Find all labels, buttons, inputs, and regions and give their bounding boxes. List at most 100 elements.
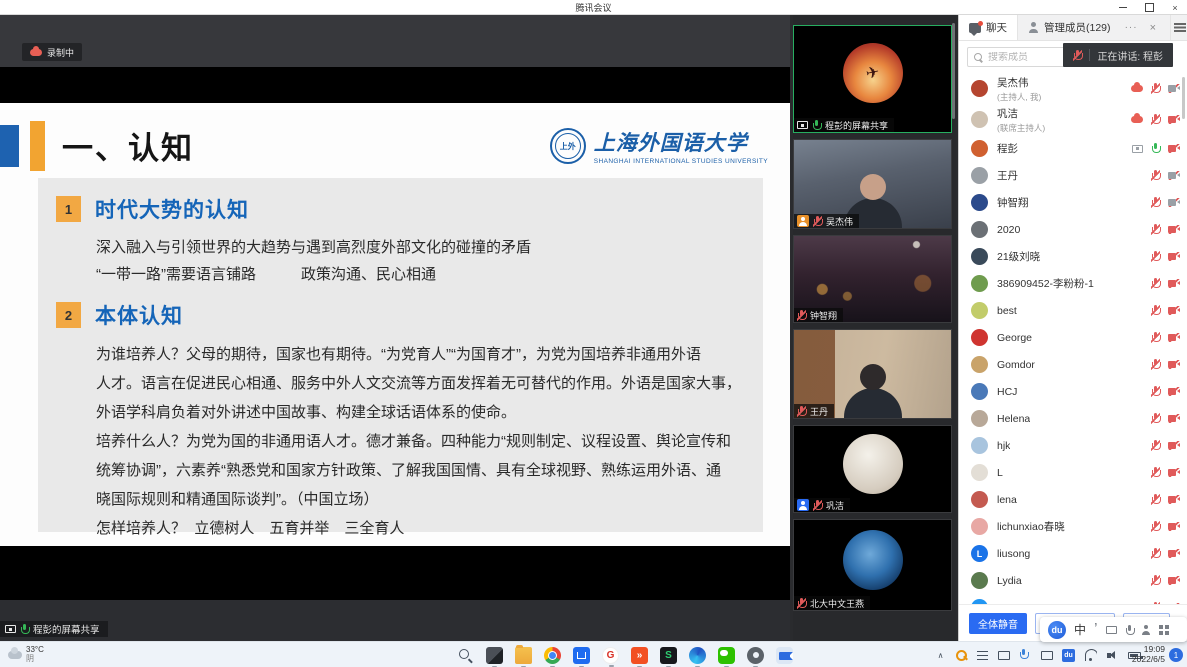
camera-off-icon[interactable] — [1168, 576, 1180, 585]
camera-off-icon[interactable] — [1168, 115, 1180, 124]
panel-more-button[interactable]: ··· — [1122, 22, 1141, 33]
ime-board-icon[interactable] — [1106, 626, 1117, 634]
wechat-icon[interactable] — [718, 647, 735, 664]
camera-off-icon[interactable] — [1168, 84, 1180, 93]
tab-chat[interactable]: 聊天 — [959, 15, 1018, 40]
ime-account-icon[interactable] — [1141, 625, 1151, 635]
messenger-icon[interactable]: S — [660, 647, 677, 664]
taskbar-weather-widget[interactable]: 33°C 阴 — [0, 646, 120, 663]
baidu-ime-logo-icon[interactable]: du — [1048, 621, 1066, 639]
close-button[interactable]: × — [1169, 2, 1181, 14]
member-list[interactable]: 吴杰伟(主持人, 我)巩洁(联席主持人)程彭王丹钟智翔202021级刘晓3869… — [959, 73, 1187, 604]
camera-off-icon[interactable] — [1168, 252, 1180, 261]
chrome-icon[interactable] — [544, 647, 561, 664]
camera-off-icon[interactable] — [1168, 441, 1180, 450]
camera-off-icon[interactable] — [1168, 171, 1180, 180]
member-list-scrollbar[interactable] — [1182, 77, 1185, 119]
minimize-button[interactable] — [1117, 2, 1129, 14]
panel-close-button[interactable]: × — [1146, 22, 1160, 34]
sogou-icon[interactable]: G — [602, 647, 619, 664]
member-row[interactable]: 386909452-李粉粉-1 — [959, 270, 1187, 297]
video-tile[interactable]: 钟智翔 — [793, 235, 952, 323]
member-row[interactable]: Helena — [959, 405, 1187, 432]
search-icon[interactable] — [457, 647, 474, 664]
camera-off-icon[interactable] — [1168, 198, 1180, 207]
camera-off-icon[interactable] — [1168, 549, 1180, 558]
mic-muted-icon[interactable] — [1151, 224, 1160, 235]
member-row[interactable]: 王丹 — [959, 162, 1187, 189]
ime-menu-grid-icon[interactable] — [1159, 625, 1169, 635]
mic-muted-icon[interactable] — [1151, 521, 1160, 532]
camera-off-icon[interactable] — [1168, 468, 1180, 477]
sogou-key-icon[interactable] — [956, 650, 967, 661]
notification-badge[interactable]: 1 — [1169, 648, 1183, 662]
member-row[interactable]: Lliusong — [959, 540, 1187, 567]
ime-mode-indicator[interactable]: 中 — [1074, 621, 1086, 638]
video-tile[interactable]: 北大中文王燕 — [793, 519, 952, 611]
mic-active-icon[interactable] — [1151, 143, 1160, 154]
baidu-ime-icon[interactable]: du — [1062, 649, 1075, 662]
file-explorer-icon[interactable] — [515, 647, 532, 664]
settings-icon[interactable] — [747, 647, 764, 664]
member-row[interactable]: lena — [959, 486, 1187, 513]
tencent-meeting-icon[interactable] — [776, 647, 793, 664]
camera-off-icon[interactable] — [1168, 279, 1180, 288]
mic-muted-icon[interactable] — [1151, 170, 1160, 181]
hidden-icons-chevron[interactable]: ∧ — [934, 649, 947, 662]
video-column-scrollbar[interactable] — [952, 23, 955, 119]
member-row[interactable]: MMIA — [959, 594, 1187, 604]
member-row[interactable]: hjk — [959, 432, 1187, 459]
mic-muted-icon[interactable] — [1151, 548, 1160, 559]
mic-muted-icon[interactable] — [1151, 278, 1160, 289]
panel-menu-button[interactable] — [1170, 15, 1187, 40]
member-row[interactable]: 2020 — [959, 216, 1187, 243]
video-tile[interactable]: 巩洁 — [793, 425, 952, 513]
camera-off-icon[interactable] — [1168, 387, 1180, 396]
mic-muted-icon[interactable] — [1151, 386, 1160, 397]
microsoft-store-icon[interactable] — [573, 647, 590, 664]
camera-off-icon[interactable] — [1168, 522, 1180, 531]
camera-off-icon[interactable] — [1168, 495, 1180, 504]
ime-punctuation-icon[interactable]: ’ — [1094, 621, 1098, 639]
camera-off-icon[interactable] — [1168, 225, 1180, 234]
baidu-ime-bar[interactable]: du 中 ’ — [1040, 617, 1187, 642]
windows-logo-icon[interactable] — [428, 647, 445, 664]
member-row[interactable]: HCJ — [959, 378, 1187, 405]
camera-off-icon[interactable] — [1168, 360, 1180, 369]
member-row[interactable]: 吴杰伟(主持人, 我) — [959, 73, 1187, 104]
wifi-icon[interactable] — [1084, 649, 1097, 662]
mic-muted-icon[interactable] — [1151, 467, 1160, 478]
member-row[interactable]: best — [959, 297, 1187, 324]
mic-muted-icon[interactable] — [1151, 413, 1160, 424]
member-row[interactable]: lichunxiao春晓 — [959, 513, 1187, 540]
member-row[interactable]: 钟智翔 — [959, 189, 1187, 216]
mic-muted-icon[interactable] — [1151, 114, 1160, 125]
volume-mixer-icon[interactable] — [976, 649, 989, 662]
camera-off-icon[interactable] — [1168, 333, 1180, 342]
video-tile[interactable]: 王丹 — [793, 329, 952, 419]
mic-muted-icon[interactable] — [1151, 305, 1160, 316]
mic-muted-icon[interactable] — [1151, 494, 1160, 505]
member-row[interactable]: 巩洁(联席主持人) — [959, 104, 1187, 135]
mic-muted-icon[interactable] — [1151, 332, 1160, 343]
maximize-button[interactable] — [1143, 2, 1155, 14]
video-tile[interactable]: ✈程彭的屏幕共享 — [793, 25, 952, 133]
edge-icon[interactable] — [689, 647, 706, 664]
mic-muted-icon[interactable] — [1151, 197, 1160, 208]
cast-display-icon[interactable] — [998, 651, 1010, 660]
member-row[interactable]: George — [959, 324, 1187, 351]
thunder-icon[interactable]: » — [631, 647, 648, 664]
tab-manage-members[interactable]: 管理成员(129) ··· × — [1018, 15, 1170, 40]
camera-off-icon[interactable] — [1168, 306, 1180, 315]
microphone-icon[interactable] — [1019, 649, 1032, 662]
member-row[interactable]: L — [959, 459, 1187, 486]
volume-icon[interactable] — [1106, 649, 1119, 662]
member-row[interactable]: Gomdor — [959, 351, 1187, 378]
mic-muted-icon[interactable] — [1151, 440, 1160, 451]
mic-muted-icon[interactable] — [1151, 83, 1160, 94]
member-row[interactable]: Lydia — [959, 567, 1187, 594]
ime-status-icon[interactable] — [1041, 651, 1053, 660]
mic-muted-icon[interactable] — [1151, 575, 1160, 586]
member-row[interactable]: 21级刘晓 — [959, 243, 1187, 270]
task-view-icon[interactable] — [486, 647, 503, 664]
